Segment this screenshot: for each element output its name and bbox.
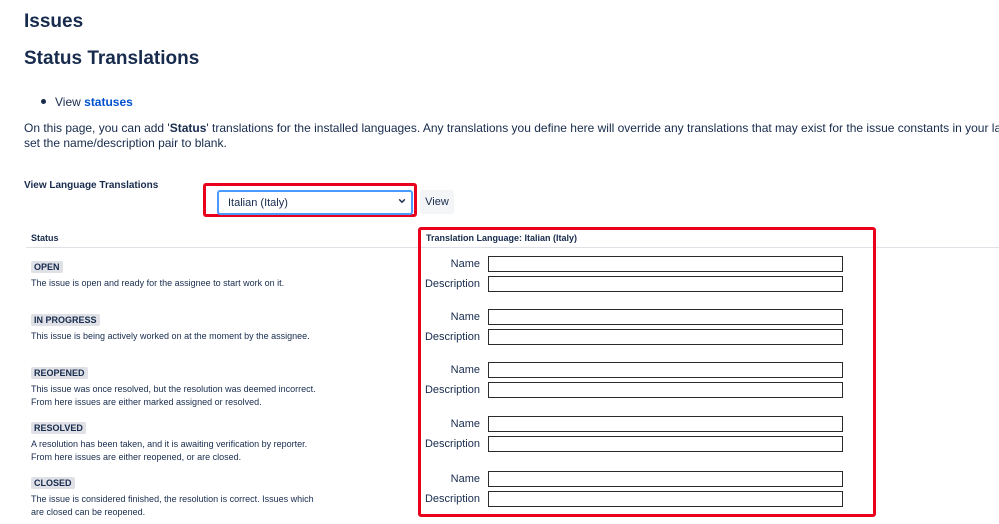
view-statuses-item: View statuses [41, 95, 133, 109]
status-description: This issue was once resolved, but the re… [31, 384, 316, 394]
status-cell-resolved: RESOLVED A resolution has been taken, an… [31, 418, 307, 464]
status-lozenge: CLOSED [31, 477, 75, 489]
page-title: Issues [24, 11, 84, 32]
bullet-icon [41, 99, 46, 105]
language-select-value: Italian (Italy) [228, 197, 288, 209]
status-description: This issue is being actively worked on a… [31, 331, 310, 341]
status-column-header: Status [31, 233, 59, 243]
status-lozenge: OPEN [31, 261, 63, 273]
highlight-box-translations [418, 227, 876, 517]
intro-line-1: On this page, you can add 'Status' trans… [24, 121, 999, 135]
status-description: A resolution has been taken, and it is a… [31, 439, 308, 449]
status-cell-closed: CLOSED The issue is considered finished,… [31, 473, 314, 519]
status-cell-in-progress: IN PROGRESS This issue is being actively… [31, 310, 310, 343]
status-cell-reopened: REOPENED This issue was once resolved, b… [31, 363, 316, 409]
status-lozenge: REOPENED [31, 367, 88, 379]
view-language-label: View Language Translations [24, 180, 159, 191]
status-description: From here issues are either reopened, or… [31, 452, 242, 462]
status-cell-open: OPEN The issue is open and ready for the… [31, 257, 284, 290]
language-select[interactable]: Italian (Italy) [217, 190, 413, 215]
statuses-link[interactable]: statuses [84, 95, 133, 109]
status-description: From here issues are either marked assig… [31, 397, 262, 407]
status-lozenge: RESOLVED [31, 422, 86, 434]
view-button[interactable]: View [420, 190, 454, 214]
status-lozenge: IN PROGRESS [31, 314, 100, 326]
chevron-down-icon [398, 198, 406, 204]
intro-line-2: set the name/description pair to blank. [24, 136, 227, 150]
status-description: The issue is open and ready for the assi… [31, 278, 285, 288]
status-description: The issue is considered finished, the re… [31, 494, 314, 504]
intro-text: On this page, you can add 'Status' trans… [24, 121, 999, 151]
view-prefix: View [55, 95, 81, 109]
status-description: are closed can be reopened. [31, 507, 146, 517]
section-title: Status Translations [24, 48, 200, 69]
